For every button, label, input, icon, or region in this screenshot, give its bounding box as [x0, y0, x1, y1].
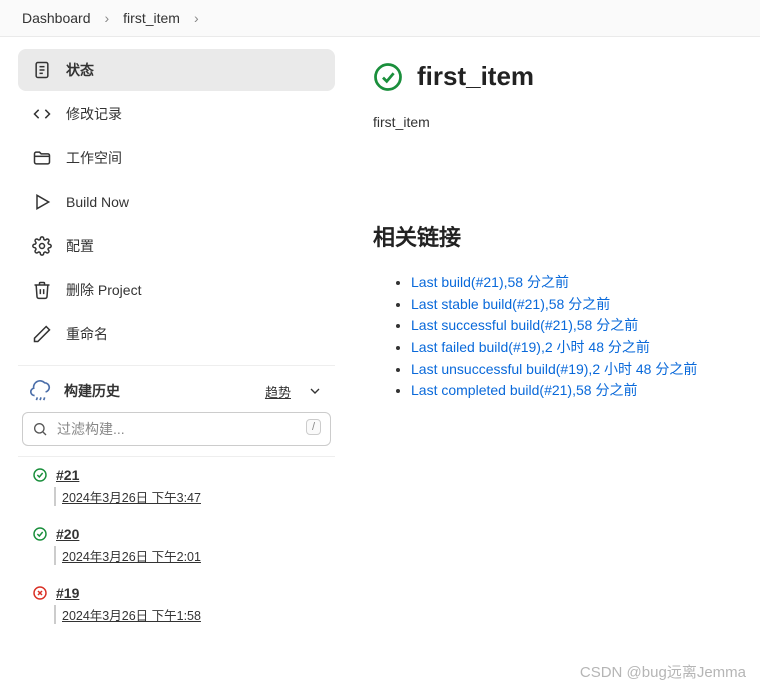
sidebar-item-label: 重命名 [66, 324, 108, 344]
failed-icon [32, 585, 48, 601]
page-title: first_item [417, 61, 534, 92]
gear-icon [32, 236, 52, 256]
sidebar-item-build-now[interactable]: Build Now [18, 181, 335, 223]
rain-icon [30, 380, 52, 402]
related-link[interactable]: Last failed build(#19),2 小时 48 分之前 [411, 337, 740, 359]
sidebar-item-label: 删除 Project [66, 280, 141, 300]
sidebar-item-label: 修改记录 [66, 104, 122, 124]
build-number-link[interactable]: #19 [56, 585, 79, 601]
build-number-link[interactable]: #20 [56, 526, 79, 542]
sidebar-item-label: 工作空间 [66, 148, 122, 168]
success-status-icon [373, 62, 403, 92]
sidebar: 状态 修改记录 工作空间 Build Now [0, 37, 345, 634]
related-link[interactable]: Last successful build(#21),58 分之前 [411, 315, 740, 337]
related-link[interactable]: Last unsuccessful build(#19),2 小时 48 分之前 [411, 359, 740, 381]
sidebar-item-configure[interactable]: 配置 [18, 225, 335, 267]
breadcrumb: Dashboard › first_item › [0, 0, 760, 37]
search-icon [32, 421, 48, 437]
sidebar-item-label: 状态 [66, 60, 94, 80]
build-history-title: 构建历史 [64, 381, 253, 401]
related-links-list: Last build(#21),58 分之前 Last stable build… [373, 272, 740, 402]
play-icon [32, 192, 52, 212]
pencil-icon [32, 324, 52, 344]
document-icon [32, 60, 52, 80]
trash-icon [32, 280, 52, 300]
success-icon [32, 526, 48, 542]
related-link[interactable]: Last stable build(#21),58 分之前 [411, 294, 740, 316]
build-date-link[interactable]: 2024年3月26日 下午1:58 [54, 605, 321, 624]
folder-icon [32, 148, 52, 168]
sidebar-item-status[interactable]: 状态 [18, 49, 335, 91]
sidebar-item-rename[interactable]: 重命名 [18, 313, 335, 355]
build-date-link[interactable]: 2024年3月26日 下午3:47 [54, 487, 321, 506]
build-date-link[interactable]: 2024年3月26日 下午2:01 [54, 546, 321, 565]
slash-key-hint: / [306, 419, 321, 435]
filter-builds-input[interactable] [22, 412, 331, 446]
build-list: #21 2024年3月26日 下午3:47 #20 2024年3月26日 下午2… [18, 456, 335, 634]
sidebar-item-label: Build Now [66, 194, 129, 210]
chevron-right-icon: › [105, 10, 110, 26]
sidebar-item-workspace[interactable]: 工作空间 [18, 137, 335, 179]
related-links-heading: 相关链接 [373, 220, 740, 252]
chevron-right-icon: › [194, 10, 199, 26]
project-description: first_item [373, 114, 740, 130]
success-icon [32, 467, 48, 483]
sidebar-item-delete[interactable]: 删除 Project [18, 269, 335, 311]
sidebar-item-changes[interactable]: 修改记录 [18, 93, 335, 135]
chevron-down-icon[interactable] [307, 383, 323, 399]
build-number-link[interactable]: #21 [56, 467, 79, 483]
build-history-header: 构建历史 趋势 [18, 365, 335, 412]
breadcrumb-item[interactable]: first_item [123, 10, 180, 26]
sidebar-item-label: 配置 [66, 236, 94, 256]
watermark: CSDN @bug远离Jemma [580, 661, 746, 682]
trend-link[interactable]: 趋势 [265, 382, 291, 401]
build-row: #21 2024年3月26日 下午3:47 [18, 457, 335, 516]
breadcrumb-dashboard[interactable]: Dashboard [22, 10, 91, 26]
related-link[interactable]: Last completed build(#21),58 分之前 [411, 380, 740, 402]
build-row: #20 2024年3月26日 下午2:01 [18, 516, 335, 575]
code-icon [32, 104, 52, 124]
related-link[interactable]: Last build(#21),58 分之前 [411, 272, 740, 294]
build-row: #19 2024年3月26日 下午1:58 [18, 575, 335, 634]
main-content: first_item first_item 相关链接 Last build(#2… [345, 37, 760, 634]
